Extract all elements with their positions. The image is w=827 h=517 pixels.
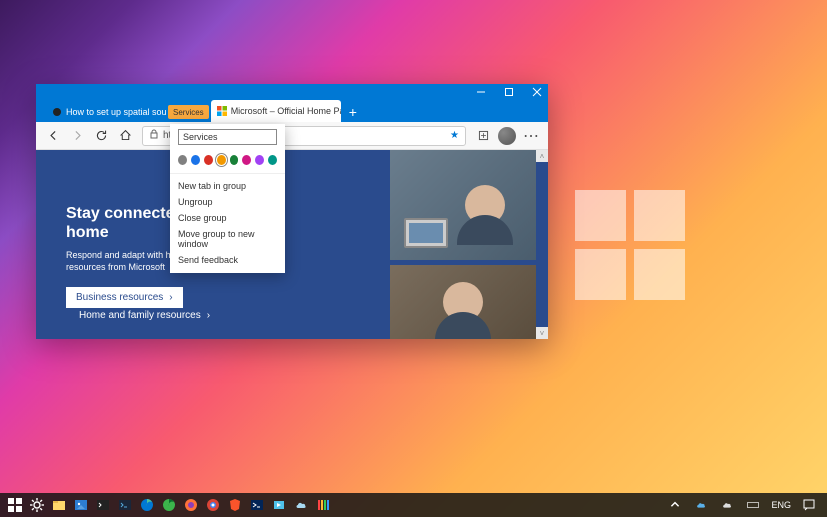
refresh-button[interactable] xyxy=(90,125,112,147)
home-family-link[interactable]: Home and family resources › xyxy=(79,310,210,321)
minimize-button[interactable] xyxy=(476,87,486,97)
file-explorer-icon[interactable] xyxy=(48,494,70,516)
color-swatch-orange[interactable] xyxy=(217,155,226,165)
browser-window: How to set up spatial sound with × Servi… xyxy=(36,84,548,339)
menu-ungroup[interactable]: Ungroup xyxy=(170,194,285,210)
menu-send-feedback[interactable]: Send feedback xyxy=(170,252,285,268)
titlebar xyxy=(36,84,548,100)
powershell-app-icon[interactable] xyxy=(246,494,268,516)
keyboard-tray-icon[interactable] xyxy=(745,494,761,516)
toolbar: https...us/ ★ ⋯ xyxy=(36,122,548,150)
settings-menu-button[interactable]: ⋯ xyxy=(520,125,542,147)
tab-strip: How to set up spatial sound with × Servi… xyxy=(36,100,548,122)
language-indicator[interactable]: ENG xyxy=(771,500,791,510)
system-tray: ENG xyxy=(667,494,823,516)
home-button[interactable] xyxy=(114,125,136,147)
favicon-icon xyxy=(52,107,62,117)
color-swatch-blue[interactable] xyxy=(191,155,200,165)
collections-button[interactable] xyxy=(472,125,494,147)
chevron-right-icon: › xyxy=(207,310,210,321)
hero-image-top xyxy=(390,150,536,260)
onedrive-tray-icon[interactable] xyxy=(693,494,709,516)
group-name-input[interactable]: Services xyxy=(178,129,277,145)
link-label: Home and family resources xyxy=(79,310,201,321)
tray-overflow-icon[interactable] xyxy=(667,494,683,516)
forward-button[interactable] xyxy=(66,125,88,147)
edge-dev-icon[interactable] xyxy=(158,494,180,516)
favorite-star-icon[interactable]: ★ xyxy=(450,130,459,141)
business-resources-button[interactable]: Business resources › xyxy=(66,287,183,308)
button-label: Business resources xyxy=(76,292,163,303)
profile-button[interactable] xyxy=(496,125,518,147)
tab-spatial-sound[interactable]: How to set up spatial sound with × xyxy=(46,102,166,122)
color-swatch-grey[interactable] xyxy=(178,155,187,165)
scroll-up-button[interactable]: ˄ xyxy=(536,150,548,162)
color-swatch-red[interactable] xyxy=(204,155,213,165)
cloud-tray-icon[interactable] xyxy=(719,494,735,516)
movies-icon[interactable] xyxy=(268,494,290,516)
start-button[interactable] xyxy=(4,494,26,516)
favicon-icon xyxy=(217,106,227,116)
firefox-icon[interactable] xyxy=(180,494,202,516)
close-button[interactable] xyxy=(532,87,542,97)
settings-icon[interactable] xyxy=(26,494,48,516)
back-button[interactable] xyxy=(42,125,64,147)
powershell-icon[interactable] xyxy=(114,494,136,516)
new-tab-button[interactable]: + xyxy=(341,104,365,122)
menu-move-group-new-window[interactable]: Move group to new window xyxy=(170,226,285,252)
windows-logo xyxy=(575,190,685,300)
hero-image-bottom xyxy=(390,265,536,339)
maximize-button[interactable] xyxy=(504,87,514,97)
menu-close-group[interactable]: Close group xyxy=(170,210,285,226)
chevron-right-icon: › xyxy=(169,292,172,303)
tab-group-label: Services xyxy=(173,108,204,117)
edge-icon[interactable] xyxy=(136,494,158,516)
menu-new-tab-in-group[interactable]: New tab in group xyxy=(170,178,285,194)
colorpicker-icon[interactable] xyxy=(312,494,334,516)
lock-icon xyxy=(149,129,159,142)
notifications-icon[interactable] xyxy=(801,494,817,516)
brave-icon[interactable] xyxy=(224,494,246,516)
tab-group-context-menu: Services New tab in group Ungroup Close … xyxy=(170,124,285,273)
color-swatch-purple[interactable] xyxy=(255,155,264,165)
page-viewport: ˄ ˅ Stay connected at home Respond and a… xyxy=(36,150,548,339)
terminal-icon[interactable] xyxy=(92,494,114,516)
onedrive-icon[interactable] xyxy=(290,494,312,516)
color-swatch-teal[interactable] xyxy=(268,155,277,165)
chrome-icon[interactable] xyxy=(202,494,224,516)
separator xyxy=(170,173,285,174)
color-swatch-pink[interactable] xyxy=(242,155,251,165)
photos-icon[interactable] xyxy=(70,494,92,516)
tab-label: Microsoft – Official Home Page xyxy=(231,106,341,116)
scroll-down-button[interactable]: ˅ xyxy=(536,327,548,339)
taskbar: ENG xyxy=(0,493,827,517)
tab-microsoft-home[interactable]: Microsoft – Official Home Page × xyxy=(211,100,341,122)
tab-label: How to set up spatial sound with xyxy=(66,107,166,117)
color-swatch-green[interactable] xyxy=(230,155,239,165)
tab-group-chip[interactable]: Services xyxy=(168,105,209,119)
color-picker xyxy=(170,151,285,173)
